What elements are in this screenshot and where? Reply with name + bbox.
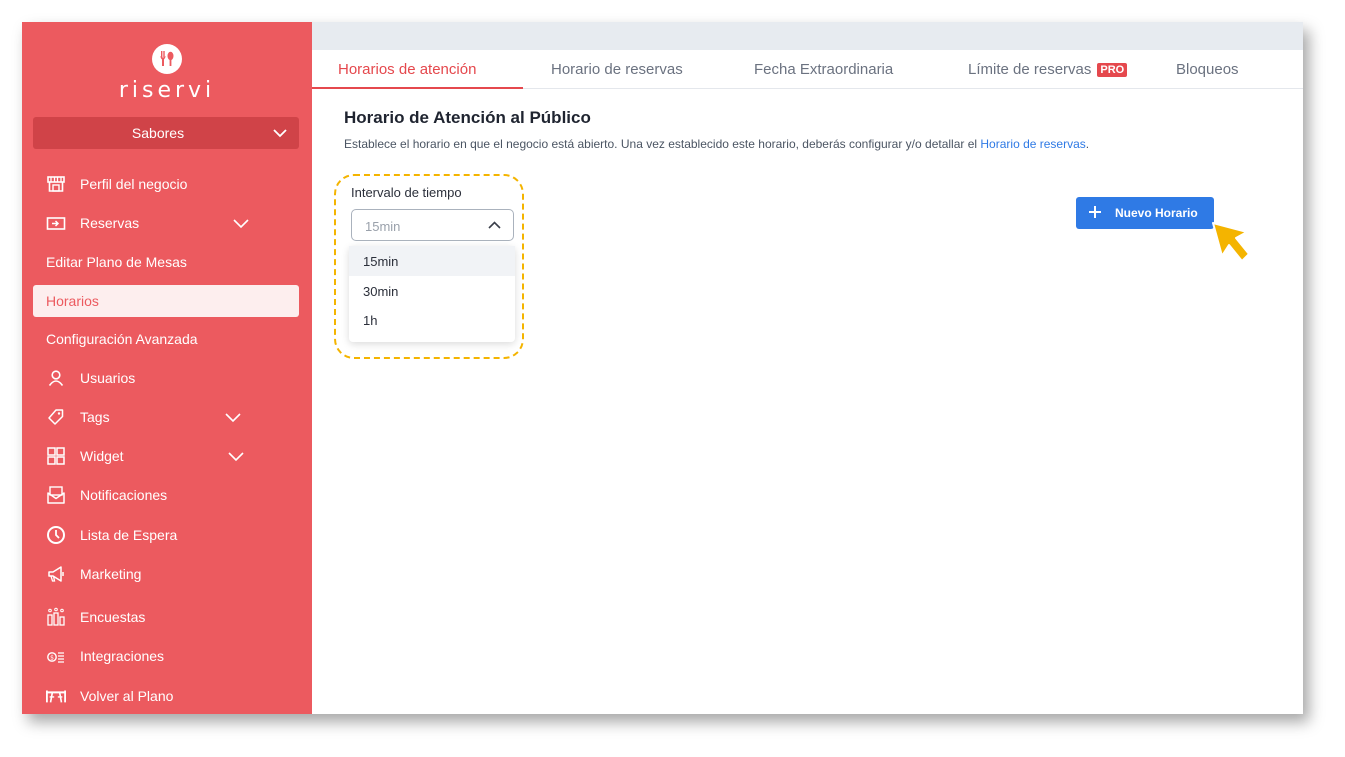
user-icon [48,370,64,386]
plus-icon [1089,206,1101,218]
tab-horarios-atencion[interactable]: Horarios de atención [312,50,523,89]
interval-option-30min[interactable]: 30min [349,276,515,306]
brand-name: riservi [118,78,216,103]
description-text: Establece el horario en que el negocio e… [344,137,981,151]
tab-horario-reservas[interactable]: Horario de reservas [551,50,683,89]
sidebar-item-label: Integraciones [80,648,165,664]
new-schedule-label: Nuevo Horario [1115,206,1198,220]
interval-dropdown: 15min 30min 1h [349,246,515,342]
horario-reservas-link[interactable]: Horario de reservas [980,137,1085,151]
description-end: . [1085,137,1090,151]
sidebar-item-label: Encuestas [80,609,146,625]
new-schedule-button[interactable]: Nuevo Horario [1076,197,1214,229]
chevron-down-icon [273,129,287,138]
sidebar-item-label: Horarios [46,293,99,309]
integrations-icon: $ [47,652,64,663]
chevron-down-icon [233,219,249,229]
chevron-up-icon [488,221,501,229]
sidebar-item-label: Perfil del negocio [80,176,188,192]
sidebar-item-marketing[interactable]: Marketing [33,558,299,590]
ticket-icon [46,217,66,230]
sidebar: riservi Sabores Perfil del negocio Reser… [22,22,312,714]
sidebar-item-usuarios[interactable]: Usuarios [33,362,299,394]
sidebar-item-notificaciones[interactable]: Notificaciones [33,479,299,511]
tab-label: Fecha Extraordinaria [754,61,894,78]
tab-label: Bloqueos [1176,61,1239,78]
pro-badge: PRO [1097,63,1128,77]
envelope-icon [47,486,65,504]
chevron-down-icon [225,413,241,423]
tab-label: Límite de reservas [968,61,1092,78]
store-icon [47,176,65,192]
tab-bar: Horarios de atención Horario de reservas… [312,50,1303,89]
interval-option-1h[interactable]: 1h [349,305,515,335]
tab-limite-reservas[interactable]: Límite de reservas PRO [968,50,1128,89]
restaurant-name: Sabores [131,125,185,141]
sidebar-item-label: Widget [80,448,124,464]
sidebar-item-integraciones[interactable]: $ Integraciones [33,640,299,672]
sidebar-item-label: Lista de Espera [80,527,178,543]
sidebar-item-label: Configuración Avanzada [46,331,198,347]
restaurant-selector[interactable]: Sabores [33,117,299,149]
tab-label: Horarios de atención [338,61,477,78]
tab-label: Horario de reservas [551,61,683,78]
interval-select[interactable]: 15min [351,209,514,241]
page-title: Horario de Atención al Público [344,108,591,127]
sidebar-item-configuracion[interactable]: Configuración Avanzada [33,323,299,355]
sidebar-item-tags[interactable]: Tags [33,401,299,433]
sidebar-item-label: Notificaciones [80,487,168,503]
top-bar [312,22,1303,50]
sidebar-item-label: Volver al Plano [80,688,174,704]
chevron-down-icon [228,452,244,462]
sidebar-item-label: Tags [80,409,110,425]
megaphone-icon [48,566,64,582]
widget-grid-icon [47,447,65,465]
sidebar-item-label: Editar Plano de Mesas [46,254,187,270]
fork-spoon-icon [152,44,182,74]
pointer-cursor-icon [1212,222,1250,262]
survey-stars-icon [47,607,65,626]
brand-logo[interactable]: riservi [22,44,312,103]
sidebar-item-label: Reservas [80,215,140,231]
sidebar-item-volver-plano[interactable]: Volver al Plano [33,680,299,712]
table-layout-icon [46,690,66,703]
svg-text:$: $ [50,654,54,661]
page-description: Establece el horario en que el negocio e… [344,137,1089,151]
sidebar-item-reservas[interactable]: Reservas [33,207,299,239]
sidebar-item-widget[interactable]: Widget [33,440,299,472]
clock-icon [47,526,65,544]
tab-fecha-extraordinaria[interactable]: Fecha Extraordinaria [754,50,893,89]
interval-value: 15min [365,219,401,234]
sidebar-item-lista-espera[interactable]: Lista de Espera [33,519,299,551]
sidebar-item-encuestas[interactable]: Encuestas [33,601,299,633]
sidebar-item-label: Marketing [80,566,142,582]
app-window: riservi Sabores Perfil del negocio Reser… [22,22,1303,714]
sidebar-item-perfil[interactable]: Perfil del negocio [33,168,299,200]
sidebar-item-horarios[interactable]: Horarios [33,285,299,317]
interval-label: Intervalo de tiempo [351,185,462,200]
tab-bloqueos[interactable]: Bloqueos [1176,50,1239,89]
sidebar-item-label: Usuarios [80,370,136,386]
sidebar-item-plano-mesas[interactable]: Editar Plano de Mesas [33,246,299,278]
tag-icon [48,409,64,425]
interval-option-15min[interactable]: 15min [349,246,515,276]
